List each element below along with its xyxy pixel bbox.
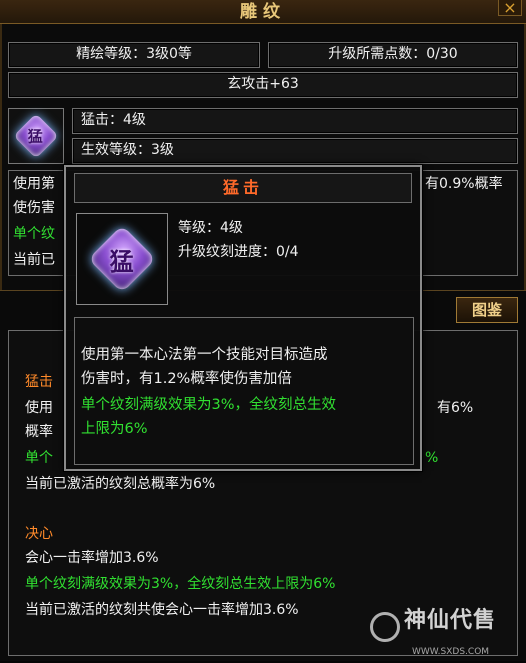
list-item-mengji-line3: 单个 bbox=[25, 450, 53, 466]
list-item-mengji-title: 猛击 bbox=[25, 374, 53, 390]
list-item-mengji-total: 当前已激活的纹刻总概率为6% bbox=[25, 476, 216, 492]
popup-level: 等级：4级 bbox=[178, 220, 243, 236]
desc-line-3: 单个纹 bbox=[13, 226, 55, 242]
list-item-juexin-line1: 会心一击率增加3.6% bbox=[25, 550, 159, 566]
list-item-juexin-line3: 当前已激活的纹刻共使会心一击率增加3.6% bbox=[25, 602, 299, 618]
paint-level-field: 精绘等级：3级0等 bbox=[8, 42, 260, 68]
popup-desc-line-1: 使用第一本心法第一个技能对目标造成 bbox=[81, 347, 328, 363]
desc-line-1-end: 有0.9%概率 bbox=[425, 176, 503, 192]
desc-line-4: 当前已 bbox=[13, 252, 55, 268]
list-item-juexin-line2: 单个纹刻满级效果为3%，全纹刻总生效上限为6% bbox=[25, 576, 336, 592]
popup-title: 猛击 bbox=[222, 178, 263, 197]
selected-rune-slot[interactable]: 猛 bbox=[8, 108, 64, 164]
close-button[interactable]: × bbox=[498, 0, 522, 17]
window-title: 雕纹 bbox=[240, 2, 286, 22]
popup-desc-line-4: 上限为6% bbox=[81, 421, 148, 437]
desc-line-1: 使用第 bbox=[13, 176, 55, 192]
effective-level-field: 生效等级：3级 bbox=[72, 138, 518, 164]
bonus-field: 玄攻击+63 bbox=[8, 72, 518, 98]
illustrate-button[interactable]: 图鉴 bbox=[456, 297, 518, 323]
purple-rune-icon: 猛 bbox=[88, 225, 156, 293]
watermark-logo-icon bbox=[370, 612, 400, 642]
popup-desc-line-2: 伤害时，有1.2%概率使伤害加倍 bbox=[81, 371, 292, 387]
list-item-mengji-line2: 概率 bbox=[25, 424, 53, 440]
popup-description-box: 使用第一本心法第一个技能对目标造成 伤害时，有1.2%概率使伤害加倍 单个纹刻满… bbox=[74, 317, 414, 465]
upgrade-points-field: 升级所需点数：0/30 bbox=[268, 42, 518, 68]
list-item-mengji-line1-end: 有6% bbox=[437, 400, 474, 416]
popup-rune-holder: 猛 bbox=[86, 223, 158, 295]
popup-progress: 升级纹刻进度：0/4 bbox=[178, 244, 299, 260]
watermark-text: 神仙代售 bbox=[404, 608, 497, 633]
watermark-url: WWW.SXDS.COM bbox=[412, 647, 490, 657]
rune-name-field: 猛击：4级 bbox=[72, 108, 518, 134]
list-item-juexin-title: 决心 bbox=[25, 526, 53, 542]
rune-tooltip-popup: 猛击 猛 等级：4级 升级纹刻进度：0/4 使用第一本心法第一个技能对目标造成 … bbox=[64, 165, 422, 471]
desc-line-2: 使伤害 bbox=[13, 200, 55, 216]
purple-rune-icon: 猛 bbox=[13, 113, 59, 159]
list-item-mengji-line1: 使用 bbox=[25, 400, 53, 416]
list-item-mengji-line3-end: % bbox=[425, 450, 439, 466]
popup-desc-line-3: 单个纹刻满级效果为3%，全纹刻总生效 bbox=[81, 397, 337, 413]
